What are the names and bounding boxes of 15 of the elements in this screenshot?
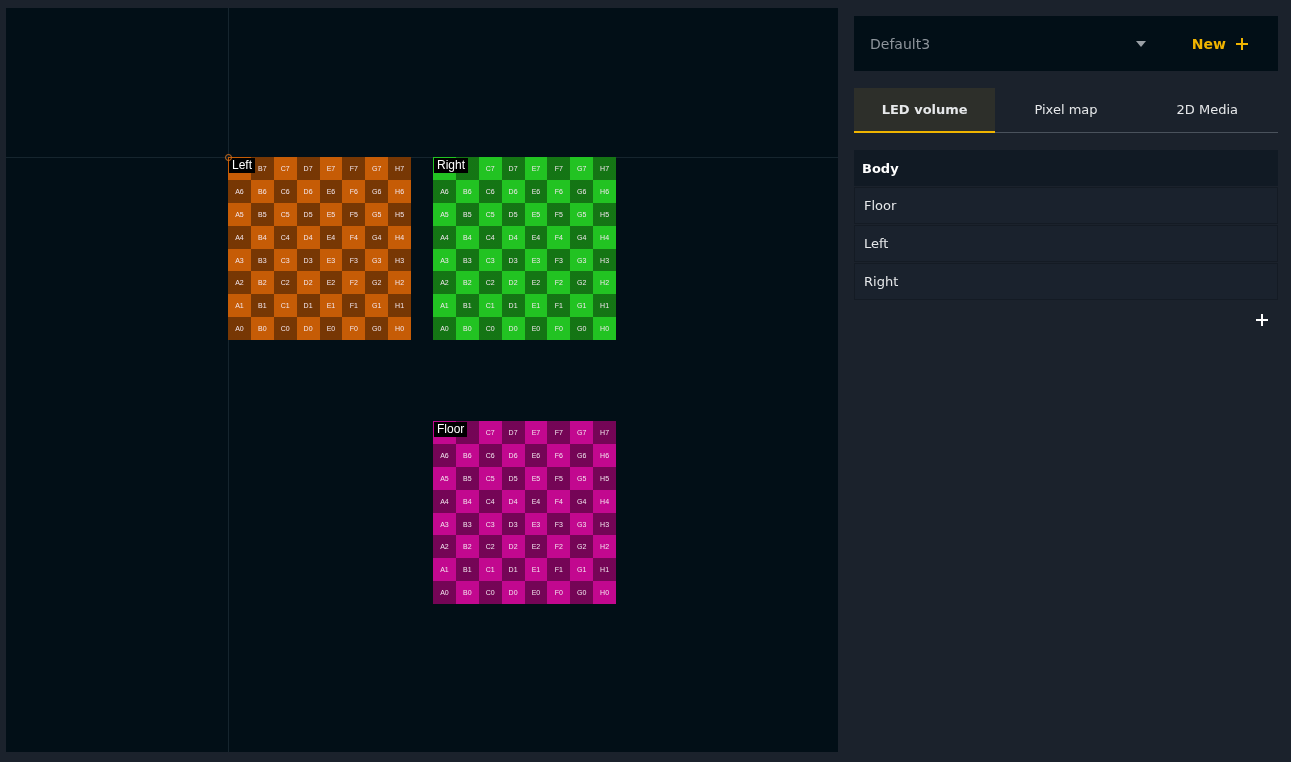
panel-label: Floor bbox=[434, 422, 468, 437]
list-item[interactable]: Left bbox=[854, 225, 1278, 262]
tab[interactable]: LED volume bbox=[854, 88, 996, 133]
plus-icon bbox=[1236, 37, 1248, 50]
add-button[interactable] bbox=[1256, 314, 1268, 326]
list-item[interactable]: Floor bbox=[854, 187, 1278, 224]
list-header: Body bbox=[854, 150, 1278, 186]
list-item[interactable]: Right bbox=[854, 263, 1278, 300]
tab[interactable]: Pixel map bbox=[995, 88, 1137, 133]
tab[interactable]: 2D Media bbox=[1136, 88, 1278, 133]
new-button[interactable]: New bbox=[1191, 35, 1262, 52]
panel-label: Right bbox=[434, 158, 468, 173]
panel-label: Left bbox=[229, 158, 255, 173]
caret-icon bbox=[1135, 40, 1146, 47]
preset-dropdown[interactable]: Default3 bbox=[870, 35, 1146, 52]
